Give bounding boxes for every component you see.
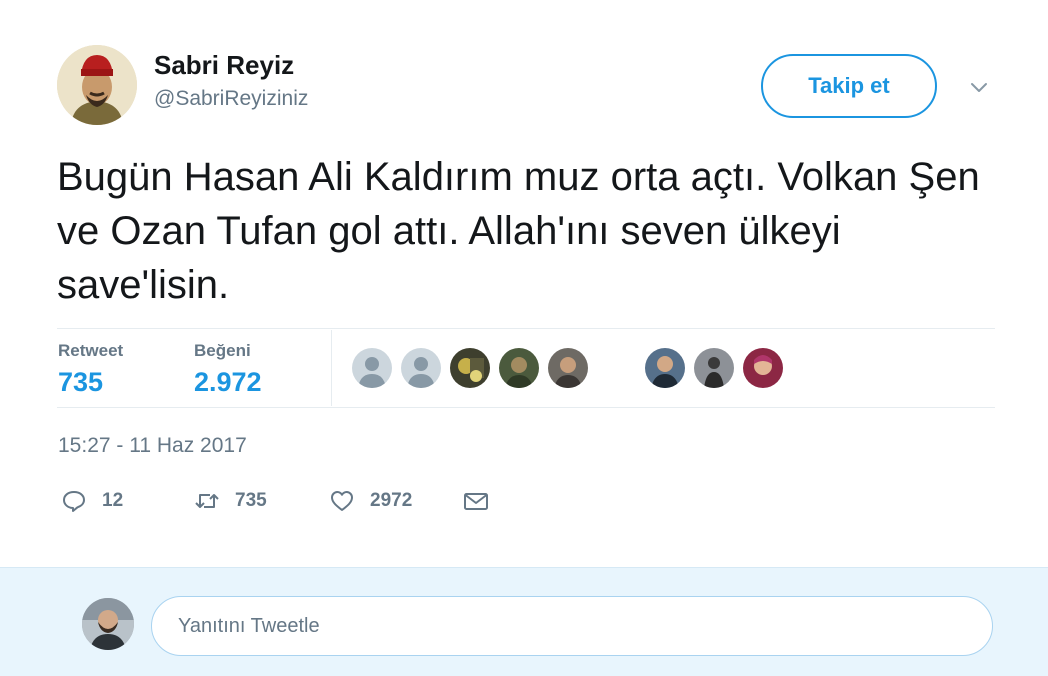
liker-avatar[interactable] [694,348,734,388]
stats-bottom-divider [57,407,995,408]
retweet-icon [195,494,219,508]
direct-message-action[interactable] [462,486,490,516]
retweet-action[interactable]: 735 [193,486,267,516]
reply-input[interactable]: Yanıtını Tweetle [151,596,993,656]
retweet-count: 735 [235,490,267,511]
like-stat[interactable]: Beğeni 2.972 [194,341,262,398]
author-handle[interactable]: @SabriReyiziniz [154,87,308,111]
heart-icon [331,491,353,511]
liker-avatar[interactable] [743,348,783,388]
liker-avatar[interactable] [548,348,588,388]
like-count: 2972 [370,490,413,511]
reply-count: 12 [102,490,124,511]
tweet-text: Bugün Hasan Ali Kaldırım muz orta açtı. … [57,155,980,307]
liker-avatar[interactable] [352,348,392,388]
current-user-avatar[interactable] [82,598,134,650]
reply-icon [63,491,85,512]
author-avatar[interactable] [57,45,137,125]
liker-avatars [352,348,792,390]
tweet-timestamp[interactable]: 15:27 - 11 Haz 2017 [58,434,247,458]
like-stat-value: 2.972 [194,367,262,397]
liker-avatar[interactable] [450,348,490,388]
mail-icon [464,493,488,510]
chevron-down-icon[interactable] [968,76,990,98]
retweet-stat-value: 735 [58,367,104,397]
retweet-stat-label: Retweet [58,341,124,360]
like-action[interactable]: 2972 [328,486,412,516]
stats-separator [331,330,332,406]
stats-top-divider [57,328,995,329]
liker-avatar[interactable] [499,348,539,388]
liker-avatar[interactable] [401,348,441,388]
tweet-card: Sabri Reyiz @SabriReyiziniz Takip et Bug… [0,0,1048,567]
follow-button[interactable]: Takip et [761,54,937,118]
like-stat-label: Beğeni [194,341,251,360]
reply-action[interactable]: 12 [60,486,123,516]
liker-avatar[interactable] [645,348,685,388]
author-name[interactable]: Sabri Reyiz [154,50,294,81]
retweet-stat[interactable]: Retweet 735 [58,341,123,398]
